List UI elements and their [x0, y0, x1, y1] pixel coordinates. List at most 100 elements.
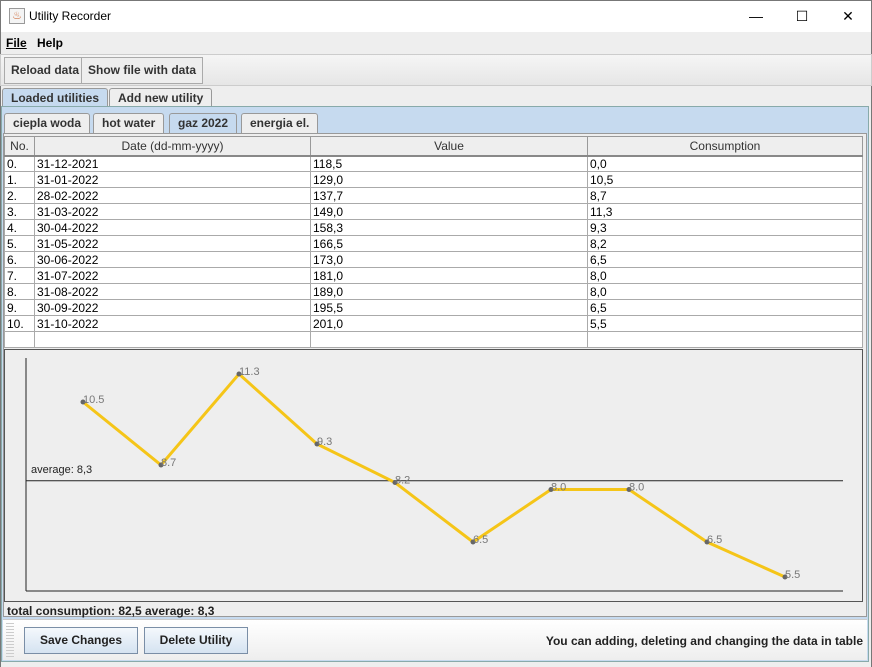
table-row[interactable]: 6. 30-06-2022 173,0 6,5 [4, 251, 863, 268]
data-label: 9.3 [317, 436, 332, 448]
table-cell[interactable]: 31-07-2022 [34, 267, 311, 284]
menu-file[interactable]: File [6, 36, 27, 50]
col-date[interactable]: Date (dd-mm-yyyy) [34, 136, 311, 156]
table-cell[interactable]: 189,0 [310, 283, 588, 300]
tab-gaz-2022[interactable]: gaz 2022 [169, 113, 238, 133]
reload-data-button[interactable]: Reload data [4, 57, 87, 84]
show-file-button[interactable]: Show file with data [81, 57, 204, 84]
table-cell[interactable]: 6,5 [587, 251, 863, 268]
table-row[interactable]: 7. 31-07-2022 181,0 8,0 [4, 267, 863, 284]
table-cell[interactable]: 2. [4, 187, 35, 204]
java-app-icon: ♨ [9, 8, 25, 24]
table-cell[interactable]: 30-04-2022 [34, 219, 311, 236]
tab-add-new-utility[interactable]: Add new utility [109, 88, 213, 107]
maximize-button[interactable]: ☐ [779, 1, 825, 31]
menu-bar: File Help [0, 32, 872, 54]
col-value[interactable]: Value [310, 136, 588, 156]
table-cell[interactable]: 31-10-2022 [34, 315, 311, 332]
table-cell[interactable]: 31-12-2021 [34, 154, 311, 172]
table-cell[interactable]: 1. [4, 171, 35, 188]
table-cell[interactable]: 173,0 [310, 251, 588, 268]
table-cell[interactable]: 9,3 [587, 219, 863, 236]
data-label: 8.2 [395, 475, 410, 487]
table-row[interactable]: 2. 28-02-2022 137,7 8,7 [4, 187, 863, 204]
table-cell[interactable]: 129,0 [310, 171, 588, 188]
table-cell[interactable] [310, 331, 588, 348]
table-cell[interactable]: 0,0 [587, 154, 863, 172]
table-cell[interactable]: 31-01-2022 [34, 171, 311, 188]
menu-help[interactable]: Help [37, 36, 63, 50]
table-cell[interactable]: 158,3 [310, 219, 588, 236]
table-cell[interactable]: 8. [4, 283, 35, 300]
data-label: 10.5 [83, 394, 104, 406]
table-cell[interactable]: 9. [4, 299, 35, 316]
table-cell[interactable]: 8,0 [587, 267, 863, 284]
toolbar: Reload data Show file with data [0, 54, 872, 86]
table-cell[interactable]: 30-09-2022 [34, 299, 311, 316]
table-row[interactable]: 5. 31-05-2022 166,5 8,2 [4, 235, 863, 252]
table-cell[interactable]: 6,5 [587, 299, 863, 316]
data-label: 8.7 [161, 457, 176, 469]
save-changes-button[interactable]: Save Changes [24, 627, 138, 654]
table-cell[interactable]: 118,5 [310, 154, 588, 172]
table-cell[interactable]: 8,0 [587, 283, 863, 300]
hint-text: You can adding, deleting and changing th… [545, 634, 863, 648]
tab-hot-water[interactable]: hot water [93, 113, 165, 133]
data-table: No. Date (dd-mm-yyyy) Value Consumption … [4, 136, 863, 348]
table-cell[interactable]: 31-05-2022 [34, 235, 311, 252]
table-row[interactable] [4, 331, 863, 348]
table-cell[interactable] [34, 331, 311, 348]
table-cell[interactable]: 30-06-2022 [34, 251, 311, 268]
table-cell[interactable]: 181,0 [310, 267, 588, 284]
table-row[interactable]: 0. 31-12-2021 118,5 0,0 [4, 154, 863, 172]
table-cell[interactable]: 7. [4, 267, 35, 284]
col-consumption[interactable]: Consumption [587, 136, 863, 156]
table-cell[interactable]: 10. [4, 315, 35, 332]
data-label: 8.0 [551, 482, 566, 494]
minimize-button[interactable]: — [733, 1, 779, 31]
col-no[interactable]: No. [4, 136, 35, 156]
series-line [82, 371, 786, 579]
data-label: 5.5 [785, 569, 800, 581]
table-row[interactable]: 9. 30-09-2022 195,5 6,5 [4, 299, 863, 316]
table-row[interactable]: 4. 30-04-2022 158,3 9,3 [4, 219, 863, 236]
delete-utility-button[interactable]: Delete Utility [144, 627, 248, 654]
table-cell[interactable]: 8,7 [587, 187, 863, 204]
table-cell[interactable]: 11,3 [587, 203, 863, 220]
table-cell[interactable]: 31-08-2022 [34, 283, 311, 300]
window-title: Utility Recorder [29, 9, 112, 23]
title-bar: ♨ Utility Recorder — ☐ ✕ [0, 0, 872, 32]
table-cell[interactable] [4, 331, 35, 348]
bottom-toolbar: Save Changes Delete Utility You can addi… [3, 619, 867, 660]
table-cell[interactable]: 5. [4, 235, 35, 252]
table-cell[interactable]: 3. [4, 203, 35, 220]
table-cell[interactable] [587, 331, 863, 348]
data-label: 6.5 [707, 534, 722, 546]
chart-svg: 10.5 8.7 11.3 9.3 8.2 6.5 8.0 8.0 6.5 5.5 [25, 358, 843, 592]
table-cell[interactable]: 8,2 [587, 235, 863, 252]
table-cell[interactable]: 6. [4, 251, 35, 268]
table-cell[interactable]: 166,5 [310, 235, 588, 252]
table-cell[interactable]: 201,0 [310, 315, 588, 332]
tab-loaded-utilities[interactable]: Loaded utilities [2, 88, 109, 107]
consumption-chart: 10.5 8.7 11.3 9.3 8.2 6.5 8.0 8.0 6.5 5.5 average… [4, 349, 863, 602]
tab-energia-el[interactable]: energia el. [241, 113, 319, 133]
tab-ciepla-woda[interactable]: ciepla woda [4, 113, 91, 133]
table-cell[interactable]: 10,5 [587, 171, 863, 188]
toolbar-grip[interactable] [6, 623, 14, 657]
table-cell[interactable]: 5,5 [587, 315, 863, 332]
close-button[interactable]: ✕ [825, 1, 871, 31]
table-cell[interactable]: 4. [4, 219, 35, 236]
table-cell[interactable]: 28-02-2022 [34, 187, 311, 204]
table-row[interactable]: 10. 31-10-2022 201,0 5,5 [4, 315, 863, 332]
table-row[interactable]: 8. 31-08-2022 189,0 8,0 [4, 283, 863, 300]
table-row[interactable]: 1. 31-01-2022 129,0 10,5 [4, 171, 863, 188]
table-cell[interactable]: 31-03-2022 [34, 203, 311, 220]
table-cell[interactable]: 0. [4, 154, 35, 172]
table-cell[interactable]: 195,5 [310, 299, 588, 316]
average-label: average: 8,3 [31, 463, 93, 476]
data-label: 8.0 [629, 482, 644, 494]
table-cell[interactable]: 149,0 [310, 203, 588, 220]
table-cell[interactable]: 137,7 [310, 187, 588, 204]
table-row[interactable]: 3. 31-03-2022 149,0 11,3 [4, 203, 863, 220]
